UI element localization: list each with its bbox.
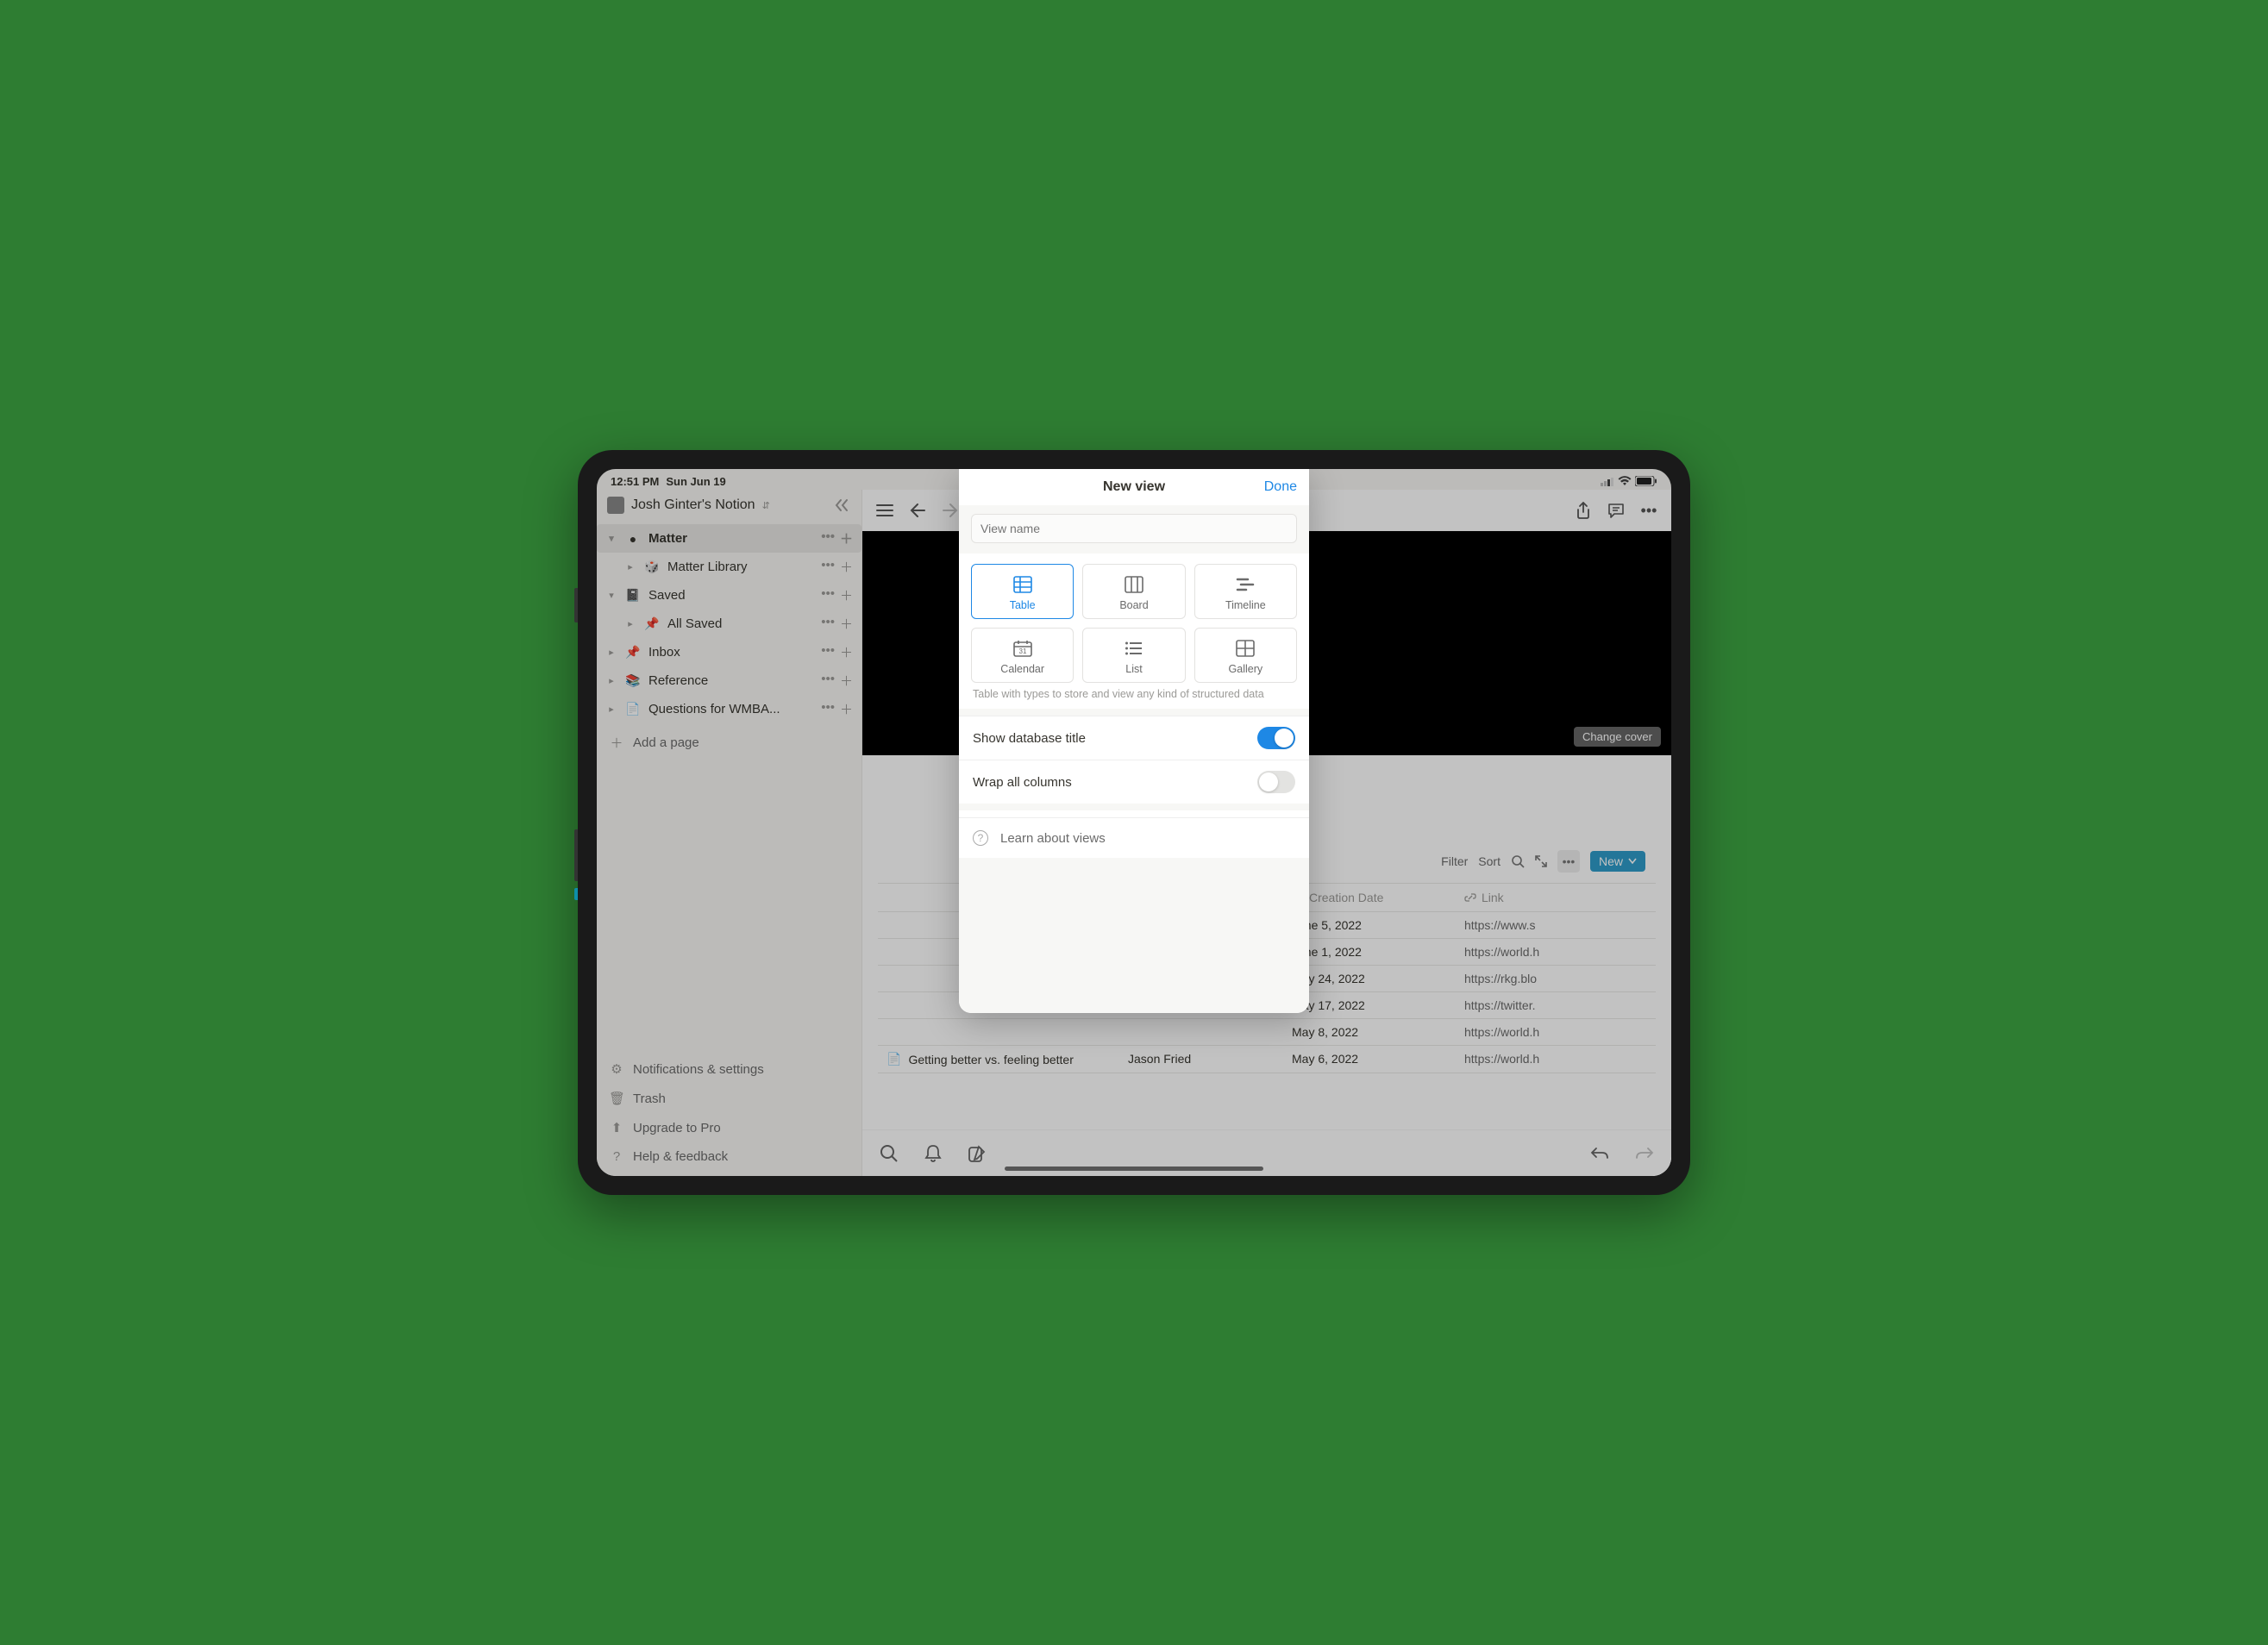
view-type-label: Table — [1010, 599, 1036, 611]
table-icon — [1013, 575, 1032, 594]
view-type-label: Calendar — [1000, 663, 1044, 675]
show-title-toggle[interactable] — [1257, 727, 1295, 749]
new-view-modal: New view Done Table Board Timeline 31 Calend… — [959, 469, 1309, 1013]
board-icon — [1125, 575, 1143, 594]
view-type-table[interactable]: Table — [971, 564, 1074, 619]
view-type-label: List — [1125, 663, 1142, 675]
timeline-icon — [1236, 575, 1255, 594]
wrap-columns-toggle[interactable] — [1257, 771, 1295, 793]
wrap-columns-option[interactable]: Wrap all columns — [959, 760, 1309, 804]
view-type-timeline[interactable]: Timeline — [1194, 564, 1297, 619]
modal-title: New view — [1103, 479, 1165, 495]
home-indicator[interactable] — [1005, 1167, 1263, 1171]
done-button[interactable]: Done — [1264, 479, 1297, 495]
view-type-label: Gallery — [1229, 663, 1263, 675]
show-title-label: Show database title — [973, 731, 1086, 746]
gallery-icon — [1236, 639, 1255, 658]
view-type-board[interactable]: Board — [1082, 564, 1185, 619]
wrap-columns-label: Wrap all columns — [973, 775, 1072, 790]
svg-text:31: 31 — [1018, 647, 1026, 655]
show-title-option[interactable]: Show database title — [959, 716, 1309, 760]
view-type-list[interactable]: List — [1082, 628, 1185, 683]
view-type-calendar[interactable]: 31 Calendar — [971, 628, 1074, 683]
question-icon: ? — [973, 830, 988, 846]
learn-views-label: Learn about views — [1000, 831, 1106, 846]
calendar-icon: 31 — [1013, 639, 1032, 658]
view-name-input[interactable] — [971, 514, 1297, 543]
view-type-description: Table with types to store and view any k… — [959, 688, 1309, 709]
view-type-label: Timeline — [1225, 599, 1266, 611]
list-icon — [1125, 639, 1143, 658]
view-type-label: Board — [1119, 599, 1148, 611]
view-type-gallery[interactable]: Gallery — [1194, 628, 1297, 683]
learn-views-button[interactable]: ? Learn about views — [959, 817, 1309, 858]
